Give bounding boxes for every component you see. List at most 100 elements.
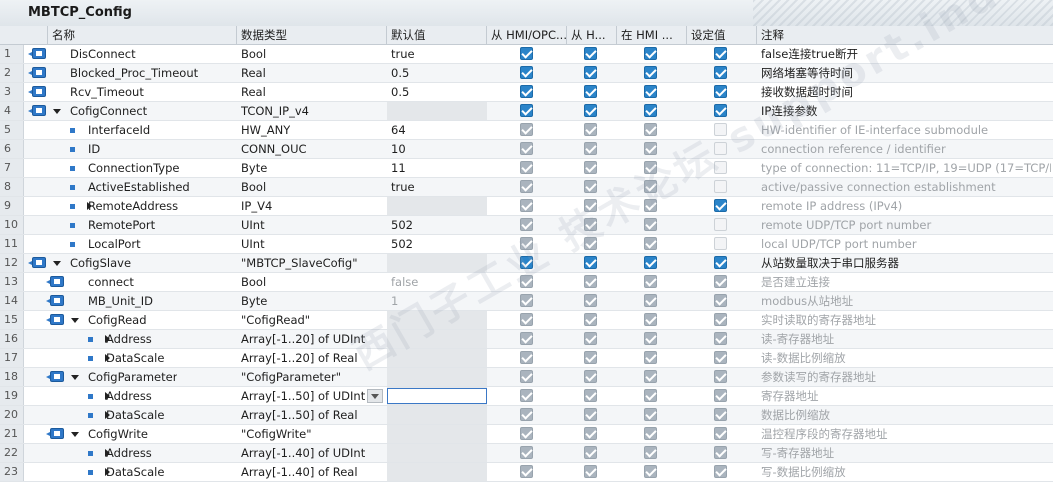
in-hmi-checkbox[interactable]: [644, 161, 657, 174]
setpoint-checkbox[interactable]: [714, 389, 727, 402]
table-row[interactable]: 12 CofigSlave "MBTCP_SlaveCofig" 从站数量取决于串口服…: [0, 254, 1053, 273]
hmi-opc-checkbox[interactable]: [520, 142, 533, 155]
default-value[interactable]: 11: [391, 159, 406, 177]
collapse-arrow-icon[interactable]: [71, 318, 79, 323]
in-hmi-checkbox[interactable]: [644, 446, 657, 459]
comment[interactable]: 接收数据超时时间: [761, 83, 1051, 101]
variable-name[interactable]: RemoteAddress: [88, 197, 178, 215]
comment[interactable]: false连接true断开: [761, 45, 1051, 63]
type-dropdown-button[interactable]: [367, 389, 383, 403]
in-hmi-checkbox[interactable]: [644, 465, 657, 478]
comment[interactable]: 是否建立连接: [761, 273, 1051, 291]
table-row[interactable]: 8 ActiveEstablished Bool true active/passive…: [0, 178, 1053, 197]
table-row[interactable]: 22 Address Array[-1..40] of UDInt 写-寄存器地址: [0, 444, 1053, 463]
data-type[interactable]: Array[-1..20] of Real: [241, 349, 358, 367]
comment[interactable]: local UDP/TCP port number: [761, 235, 1051, 253]
setpoint-checkbox[interactable]: [714, 446, 727, 459]
hmi-opc-checkbox[interactable]: [520, 465, 533, 478]
table-row[interactable]: 3 Rcv_Timeout Real 0.5 接收数据超时时间: [0, 83, 1053, 102]
in-hmi-checkbox[interactable]: [644, 351, 657, 364]
data-type[interactable]: UInt: [241, 216, 265, 234]
variable-name[interactable]: InterfaceId: [88, 121, 150, 139]
data-type[interactable]: IP_V4: [241, 197, 272, 215]
hmi-h-checkbox[interactable]: [584, 351, 597, 364]
setpoint-checkbox[interactable]: [714, 237, 727, 250]
variable-name[interactable]: LocalPort: [88, 235, 141, 253]
hmi-opc-checkbox[interactable]: [520, 161, 533, 174]
header-setpoint[interactable]: 设定值: [687, 26, 757, 44]
comment[interactable]: 数据比例缩放: [761, 406, 1051, 424]
hmi-h-checkbox[interactable]: [584, 389, 597, 402]
hmi-opc-checkbox[interactable]: [520, 85, 533, 98]
data-type[interactable]: Real: [241, 83, 266, 101]
default-value[interactable]: 502: [391, 216, 413, 234]
table-row[interactable]: 17 DataScale Array[-1..20] of Real 读-数据比例缩放: [0, 349, 1053, 368]
hmi-opc-checkbox[interactable]: [520, 351, 533, 364]
default-value[interactable]: 0.5: [391, 64, 409, 82]
data-type[interactable]: Array[-1..50] of UDInt: [241, 387, 365, 405]
hmi-h-checkbox[interactable]: [584, 427, 597, 440]
default-value[interactable]: true: [391, 178, 415, 196]
in-hmi-checkbox[interactable]: [644, 218, 657, 231]
comment[interactable]: remote IP address (IPv4): [761, 197, 1051, 215]
hmi-opc-checkbox[interactable]: [520, 180, 533, 193]
comment[interactable]: 读-数据比例缩放: [761, 349, 1051, 367]
in-hmi-checkbox[interactable]: [644, 256, 657, 269]
table-row[interactable]: 9 RemoteAddress IP_V4 remote IP address (IP…: [0, 197, 1053, 216]
hmi-h-checkbox[interactable]: [584, 294, 597, 307]
table-row[interactable]: 1 DisConnect Bool true false连接true断开: [0, 45, 1053, 64]
variable-name[interactable]: RemotePort: [88, 216, 155, 234]
variable-name[interactable]: ConnectionType: [88, 159, 179, 177]
setpoint-checkbox[interactable]: [714, 123, 727, 136]
hmi-opc-checkbox[interactable]: [520, 199, 533, 212]
data-type[interactable]: "MBTCP_SlaveCofig": [241, 254, 358, 272]
header-comment[interactable]: 注释: [757, 26, 1053, 44]
setpoint-checkbox[interactable]: [714, 66, 727, 79]
table-row[interactable]: 2 Blocked_Proc_Timeout Real 0.5 网络堵塞等待时间: [0, 64, 1053, 83]
data-type[interactable]: Real: [241, 64, 266, 82]
comment[interactable]: 从站数量取决于串口服务器: [761, 254, 1051, 272]
hmi-opc-checkbox[interactable]: [520, 389, 533, 402]
table-row[interactable]: 21 CofigWrite "CofigWrite" 温控程序段的寄存器地址: [0, 425, 1053, 444]
setpoint-checkbox[interactable]: [714, 180, 727, 193]
variable-name[interactable]: CofigConnect: [70, 102, 147, 120]
in-hmi-checkbox[interactable]: [644, 313, 657, 326]
data-type[interactable]: Array[-1..20] of UDInt: [241, 330, 365, 348]
hmi-h-checkbox[interactable]: [584, 465, 597, 478]
variable-name[interactable]: DataScale: [106, 406, 164, 424]
variable-name[interactable]: ID: [88, 140, 100, 158]
data-type[interactable]: Byte: [241, 292, 267, 310]
setpoint-checkbox[interactable]: [714, 313, 727, 326]
variable-name[interactable]: Address: [106, 330, 152, 348]
hmi-h-checkbox[interactable]: [584, 256, 597, 269]
data-type[interactable]: Array[-1..40] of UDInt: [241, 444, 365, 462]
default-value[interactable]: 10: [391, 140, 406, 158]
comment[interactable]: 参数读写的寄存器地址: [761, 368, 1051, 386]
setpoint-checkbox[interactable]: [714, 275, 727, 288]
hmi-opc-checkbox[interactable]: [520, 370, 533, 383]
table-row[interactable]: 20 DataScale Array[-1..50] of Real 数据比例缩放: [0, 406, 1053, 425]
comment[interactable]: modbus从站地址: [761, 292, 1051, 310]
comment[interactable]: 温控程序段的寄存器地址: [761, 425, 1051, 443]
header-in-hmi[interactable]: 在 HMI ...: [617, 26, 687, 44]
data-type[interactable]: Bool: [241, 45, 266, 63]
data-type[interactable]: Bool: [241, 178, 266, 196]
hmi-h-checkbox[interactable]: [584, 66, 597, 79]
hmi-opc-checkbox[interactable]: [520, 123, 533, 136]
data-type[interactable]: TCON_IP_v4: [241, 102, 309, 120]
in-hmi-checkbox[interactable]: [644, 408, 657, 421]
comment[interactable]: IP连接参数: [761, 102, 1051, 120]
comment[interactable]: 读-寄存器地址: [761, 330, 1051, 348]
hmi-h-checkbox[interactable]: [584, 446, 597, 459]
in-hmi-checkbox[interactable]: [644, 199, 657, 212]
default-value[interactable]: 1: [391, 292, 398, 310]
hmi-h-checkbox[interactable]: [584, 104, 597, 117]
table-row[interactable]: 6 ID CONN_OUC 10 connection reference / iden…: [0, 140, 1053, 159]
setpoint-checkbox[interactable]: [714, 427, 727, 440]
data-type[interactable]: Array[-1..50] of Real: [241, 406, 358, 424]
table-row[interactable]: 15 CofigRead "CofigRead" 实时读取的寄存器地址: [0, 311, 1053, 330]
setpoint-checkbox[interactable]: [714, 104, 727, 117]
data-type[interactable]: CONN_OUC: [241, 140, 307, 158]
collapse-arrow-icon[interactable]: [71, 432, 79, 437]
setpoint-checkbox[interactable]: [714, 256, 727, 269]
